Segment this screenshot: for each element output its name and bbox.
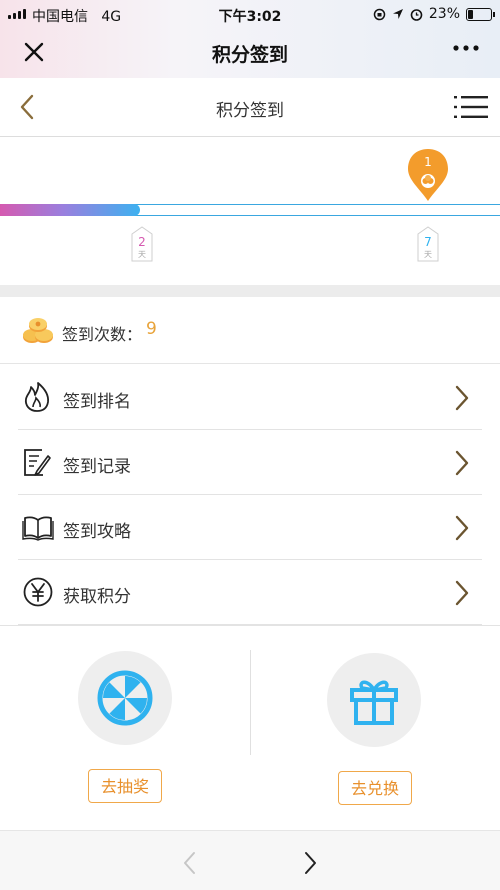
battery-icon <box>466 7 495 21</box>
actions-divider <box>250 650 251 755</box>
milestone-tag: 2 天 <box>131 226 153 262</box>
exchange-circle[interactable] <box>327 653 421 747</box>
list-divider <box>0 625 500 626</box>
checkin-count-row: 签到次数： 9 <box>0 297 500 364</box>
milestone-number: 2 <box>138 235 146 249</box>
milestone-tag: 7 天 <box>417 226 439 262</box>
chevron-right-icon <box>455 515 469 541</box>
chevron-right-icon <box>455 385 469 411</box>
section-divider <box>0 285 500 297</box>
menu-item-ranking[interactable]: 签到排名 <box>18 365 482 430</box>
lottery-wheel-icon <box>97 670 153 726</box>
checkin-count-label: 签到次数： <box>62 325 143 344</box>
browser-back-icon[interactable] <box>182 851 198 875</box>
menu-item-label: 签到攻略 <box>63 522 131 542</box>
checkin-progress: 1 2 天 7 天 <box>0 137 500 285</box>
lottery-button[interactable]: 去抽奖 <box>88 769 162 803</box>
book-icon <box>22 516 54 541</box>
fire-icon <box>24 382 50 412</box>
menu-item-records[interactable]: 签到记录 <box>18 430 482 495</box>
milestone-unit: 天 <box>424 250 432 259</box>
lottery-circle[interactable] <box>78 651 172 745</box>
exchange-button[interactable]: 去兑换 <box>338 771 412 805</box>
gift-icon <box>350 680 398 725</box>
progress-fill <box>0 204 140 216</box>
page-title: 积分签到 <box>216 101 284 121</box>
top-header: 中国电信 4G 下午3:02 23% 积分签到 <box>0 0 500 78</box>
menu-item-earn-points[interactable]: 获取积分 <box>18 560 482 625</box>
notepad-icon <box>24 449 51 476</box>
rotation-lock-icon <box>373 8 386 20</box>
menu-item-label: 签到排名 <box>63 392 131 412</box>
current-day-number: 1 <box>424 155 432 169</box>
yen-icon <box>23 577 53 607</box>
browser-toolbar <box>0 830 500 890</box>
current-day-marker: 1 <box>406 147 450 203</box>
status-bar: 中国电信 4G 下午3:02 23% <box>0 0 500 30</box>
browser-forward-icon[interactable] <box>302 851 318 875</box>
chevron-right-icon <box>455 450 469 476</box>
battery-percent: 23% <box>428 6 460 22</box>
milestone-unit: 天 <box>138 250 146 259</box>
menu-item-guide[interactable]: 签到攻略 <box>18 495 482 560</box>
menu-item-label: 获取积分 <box>63 587 131 607</box>
menu-item-label: 签到记录 <box>63 457 131 477</box>
page-nav: 积分签到 <box>0 78 500 137</box>
alarm-icon <box>410 8 423 21</box>
chevron-right-icon <box>455 580 469 606</box>
location-icon <box>392 9 403 19</box>
coins-icon <box>23 318 53 343</box>
checkin-count-value: 9 <box>146 319 157 339</box>
more-icon[interactable] <box>452 44 480 52</box>
menu-icon[interactable] <box>454 94 488 120</box>
milestone-number: 7 <box>424 235 432 249</box>
wechat-title: 积分签到 <box>211 44 288 66</box>
